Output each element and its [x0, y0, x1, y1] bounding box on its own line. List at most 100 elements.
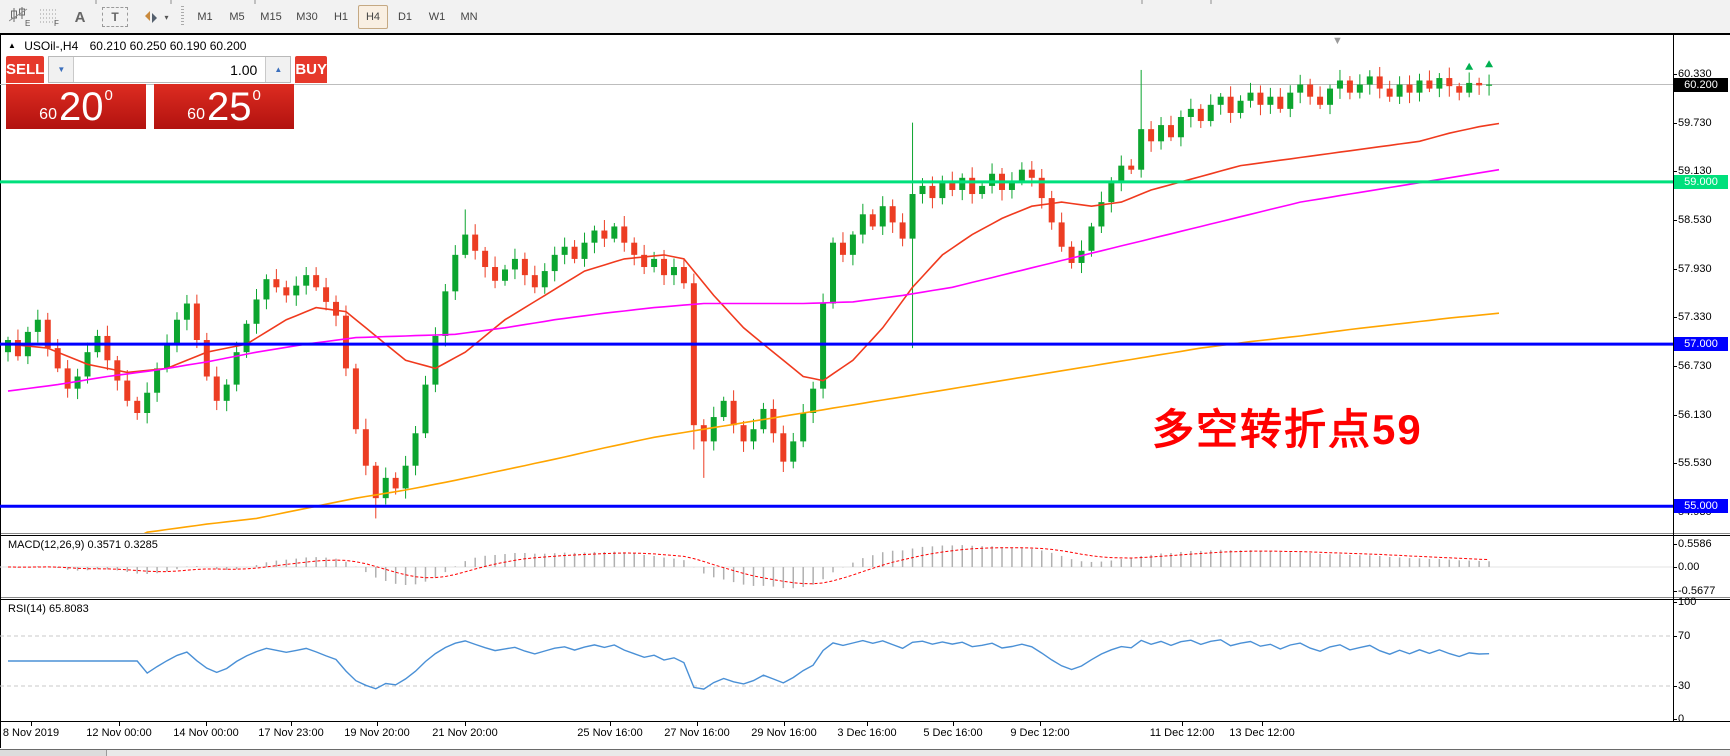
tab-timeframe-H4[interactable]: H4 [358, 5, 388, 29]
rsi-tick-label: 0 [1678, 713, 1728, 725]
macd-tick-dash [1673, 567, 1677, 568]
date-label: 12 Nov 00:00 [86, 727, 151, 739]
candle-body [542, 271, 548, 287]
toolbar-divider [1210, 0, 1212, 4]
text-label-icon[interactable]: A [70, 6, 90, 28]
toolbar-grip[interactable] [181, 6, 184, 27]
toolbar: E F A T ▾ M1M5M15M30H1H4D1W1MN [0, 0, 1730, 34]
candle-body [1337, 80, 1343, 88]
candle-body [383, 478, 389, 498]
arrows-style-icon[interactable]: ▾ [138, 6, 172, 28]
rsi-canvas[interactable] [0, 600, 1673, 721]
candle-body [591, 231, 597, 243]
price-tick-dash [1673, 269, 1677, 270]
volume-spinner: ▼ ▲ [48, 56, 291, 83]
date-label: 9 Dec 12:00 [1010, 727, 1069, 739]
grid-f-icon[interactable]: F [38, 6, 62, 28]
candle-body [939, 182, 945, 198]
candle-body [1407, 85, 1413, 93]
chart-shift-marker-icon[interactable]: ▼ [1332, 35, 1343, 47]
date-tick [867, 722, 868, 726]
rsi-splitter[interactable] [0, 597, 1730, 598]
tab-timeframe-MN[interactable]: MN [454, 5, 484, 29]
candle-body [413, 433, 419, 465]
tab-timeframe-M5[interactable]: M5 [222, 5, 252, 29]
candle-body [979, 186, 985, 194]
bid-quote-button[interactable]: 60 20 0 [6, 84, 146, 129]
bid-big-figure: 60 [39, 106, 57, 124]
price-tick-label: 56.730 [1678, 360, 1728, 372]
tab-timeframe-H1[interactable]: H1 [326, 5, 356, 29]
candle-body [154, 368, 160, 392]
candle-body [701, 425, 707, 441]
candle-body [1158, 125, 1164, 141]
candles-indicator-e-icon[interactable]: E [8, 6, 32, 28]
candle-body [959, 178, 965, 190]
buy-arrow[interactable] [1485, 60, 1493, 67]
candle-body [1307, 85, 1313, 97]
macd-tick-label: -0.5677 [1678, 585, 1728, 597]
macd-canvas[interactable] [0, 536, 1673, 597]
candle-body [343, 316, 349, 369]
candle-body [790, 441, 796, 461]
date-tick [291, 722, 292, 726]
price-tick-label: 58.530 [1678, 214, 1728, 226]
chart-tab-strip [0, 749, 1730, 756]
buy-arrow[interactable] [1465, 63, 1473, 70]
candle-body [1208, 105, 1214, 121]
candle-body [870, 214, 876, 226]
bid-pips: 20 [59, 85, 104, 129]
tab-timeframe-D1[interactable]: D1 [390, 5, 420, 29]
ask-big-figure: 60 [187, 106, 205, 124]
buy-button[interactable]: BUY [295, 56, 327, 83]
candle-body [482, 251, 488, 267]
price-badge-57.000: 57.000 [1674, 337, 1728, 351]
candle-body [452, 255, 458, 291]
candle-body [1108, 182, 1114, 202]
volume-input[interactable] [74, 57, 265, 82]
tab-timeframe-W1[interactable]: W1 [422, 5, 452, 29]
date-tick [784, 722, 785, 726]
sell-button[interactable]: SELL [6, 56, 44, 83]
text-box-icon[interactable]: T [102, 7, 128, 27]
candle-body [273, 279, 279, 287]
rsi-title: RSI(14) 65.8083 [8, 603, 89, 615]
chart-tab[interactable] [0, 750, 107, 756]
candle-body [363, 429, 369, 465]
candle-body [35, 320, 41, 332]
candle-body [303, 275, 309, 286]
candle-body [1397, 85, 1403, 97]
rsi-tick-label: 30 [1678, 680, 1728, 692]
tab-timeframe-M1[interactable]: M1 [190, 5, 220, 29]
collapse-trade-panel-icon[interactable]: ▲ [8, 41, 16, 50]
candle-body [1019, 170, 1025, 182]
candle-body [512, 259, 518, 270]
candle-body [1238, 101, 1244, 113]
candle-body [751, 429, 757, 441]
candle-body [1248, 93, 1254, 101]
candle-body [373, 466, 379, 498]
candle-body [661, 259, 667, 275]
candle-body [552, 255, 558, 271]
candle-body [1218, 97, 1224, 105]
candle-body [890, 206, 896, 222]
candle-body [224, 385, 230, 401]
candle-body [900, 222, 906, 238]
candle-body [393, 478, 399, 489]
macd-tick-dash [1673, 591, 1677, 592]
macd-splitter[interactable] [0, 533, 1730, 534]
price-tick-dash [1673, 220, 1677, 221]
chart-annotation-text[interactable]: 多空转折点59 [1152, 396, 1423, 457]
tab-timeframe-M30[interactable]: M30 [290, 5, 324, 29]
volume-decrease-icon[interactable]: ▼ [49, 57, 74, 82]
tab-timeframe-M15[interactable]: M15 [254, 5, 288, 29]
volume-increase-icon[interactable]: ▲ [265, 57, 290, 82]
macd-tick-label: 0.5586 [1678, 538, 1728, 550]
ask-quote-button[interactable]: 60 25 0 [154, 84, 294, 129]
symbol-period-label: USOil-,H4 [24, 39, 78, 53]
candle-body [144, 393, 150, 413]
price-tick-label: 55.530 [1678, 457, 1728, 469]
candle-body [840, 243, 846, 255]
ohlc-values: 60.210 60.250 60.190 60.200 [90, 39, 247, 53]
candle-body [1198, 109, 1204, 121]
